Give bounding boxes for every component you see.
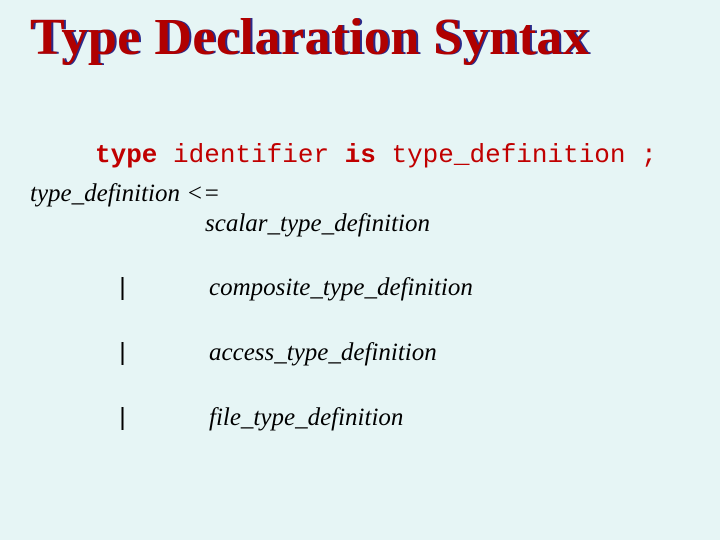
slide-title: Type Declaration Syntax: [30, 8, 589, 67]
grammar-alt-row: | access_type_definition: [30, 339, 690, 368]
grammar-alt-name: file_type_definition: [209, 404, 403, 432]
grammar-block: type_definition <= scalar_type_definitio…: [30, 180, 690, 469]
keyword-is: is: [345, 140, 376, 170]
grammar-alt-row: | composite_type_definition: [30, 274, 690, 303]
grammar-alt-name: access_type_definition: [209, 339, 437, 367]
keyword-type: type: [95, 140, 157, 170]
pipe-symbol: |: [115, 404, 205, 433]
grammar-lhs: type_definition <=: [30, 180, 690, 208]
grammar-first-alt: scalar_type_definition: [205, 210, 690, 238]
grammar-alt-row: | file_type_definition: [30, 404, 690, 433]
syntax-declaration-line: type identifier is type_definition ;: [95, 140, 657, 170]
pipe-symbol: |: [115, 274, 205, 303]
syntax-typedef: type_definition ;: [376, 140, 657, 170]
syntax-identifier: identifier: [157, 140, 344, 170]
pipe-symbol: |: [115, 339, 205, 368]
grammar-alt-name: composite_type_definition: [209, 274, 473, 302]
